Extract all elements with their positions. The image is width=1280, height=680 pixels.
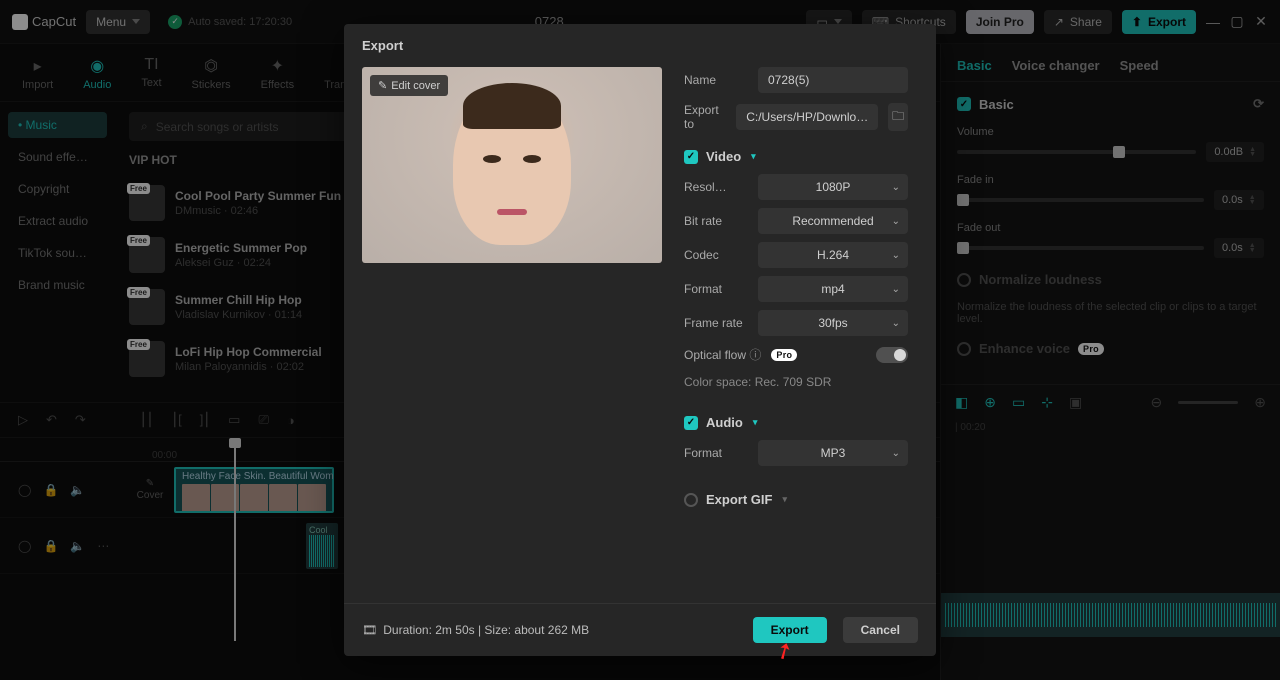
exportto-input[interactable]: C:/Users/HP/Downlo… [736,104,878,130]
colorspace-text: Color space: Rec. 709 SDR [684,375,908,389]
check-icon: ✓ [684,150,698,164]
framerate-select[interactable]: 30fps⌄ [758,310,908,336]
check-icon: ✓ [684,416,698,430]
bitrate-select[interactable]: Recommended⌄ [758,208,908,234]
codec-label: Codec [684,248,748,262]
audio-format-label: Format [684,446,748,460]
chevron-down-icon: ⌄ [892,182,900,193]
collapse-icon: ▾ [751,151,756,162]
codec-select[interactable]: H.264⌄ [758,242,908,268]
browse-folder-button[interactable]: 🗀 [888,103,908,131]
collapse-icon: ▾ [782,494,787,505]
opticalflow-label: Optical flow ⓘ [684,346,761,363]
pro-badge: Pro [771,349,797,361]
export-dialog: Export ✎Edit cover Name 0728(5) Export to… [344,24,936,656]
opticalflow-toggle[interactable] [876,347,908,363]
cancel-button[interactable]: Cancel [843,617,918,643]
info-icon[interactable]: ⓘ [749,348,761,362]
resolution-label: Resol… [684,180,748,194]
export-confirm-button[interactable]: Export [753,617,827,643]
bitrate-label: Bit rate [684,214,748,228]
edit-cover-button[interactable]: ✎Edit cover [370,75,448,96]
resolution-select[interactable]: 1080P⌄ [758,174,908,200]
face-preview [453,85,571,245]
exportto-label: Export to [684,103,726,131]
video-section[interactable]: ✓Video▾ [684,149,908,164]
framerate-label: Frame rate [684,316,748,330]
unchecked-icon [684,493,698,507]
chevron-down-icon: ⌄ [892,284,900,295]
format-label: Format [684,282,748,296]
folder-icon: 🗀 [892,107,904,128]
chevron-down-icon: ⌄ [892,250,900,261]
film-icon: 🎞 [362,623,377,637]
audio-section[interactable]: ✓Audio▾ [684,415,908,430]
chevron-down-icon: ⌄ [892,216,900,227]
cover-preview: ✎Edit cover [362,67,662,263]
format-select[interactable]: mp4⌄ [758,276,908,302]
pencil-icon: ✎ [378,79,387,92]
chevron-down-icon: ⌄ [892,318,900,329]
dialog-title: Export [344,24,936,67]
audio-format-select[interactable]: MP3⌄ [758,440,908,466]
chevron-down-icon: ⌄ [892,448,900,459]
footer-stats: Duration: 2m 50s | Size: about 262 MB [383,623,589,637]
name-label: Name [684,73,748,87]
collapse-icon: ▾ [753,417,758,428]
name-input[interactable]: 0728(5) [758,67,908,93]
gif-section[interactable]: Export GIF▾ [684,492,908,507]
